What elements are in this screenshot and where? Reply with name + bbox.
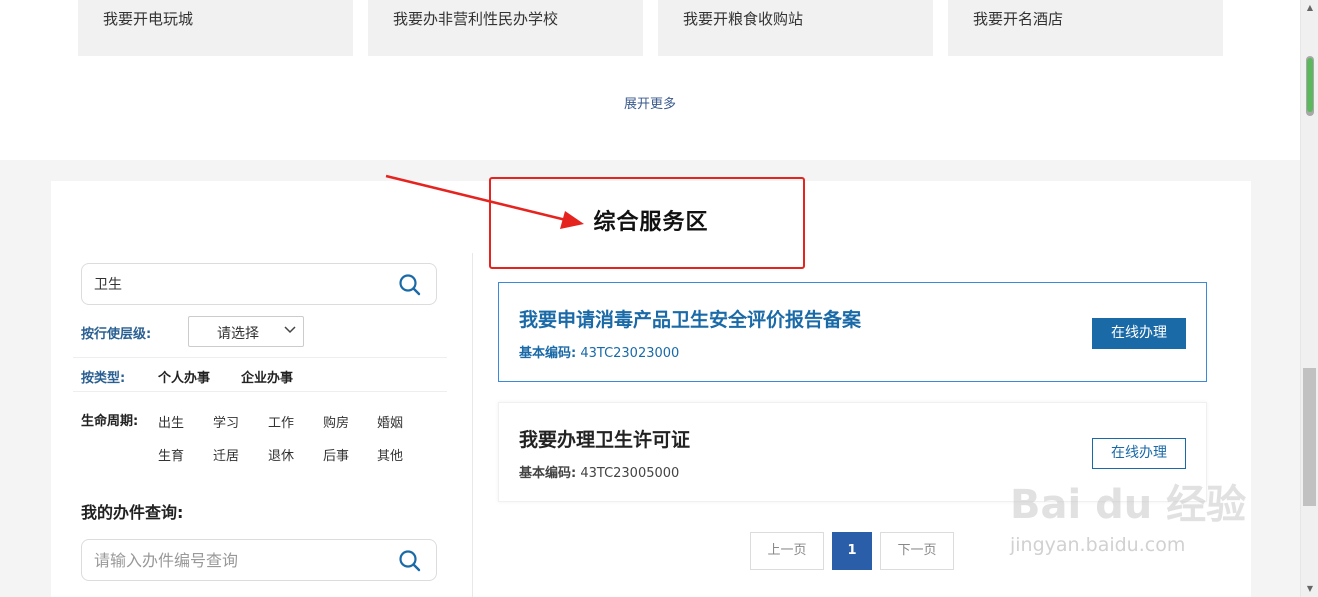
prev-page-button[interactable]: 上一页 [750,532,824,570]
life-item[interactable]: 后事 [323,445,349,464]
current-page-button[interactable]: 1 [832,532,872,570]
query-input[interactable] [94,549,384,571]
level-select-value: 请选择 [217,326,259,342]
service-item-code: 基本编码: 43TC23023000 [519,342,679,361]
column-divider [472,253,473,597]
life-item[interactable]: 生育 [158,445,184,464]
life-item[interactable]: 工作 [268,412,294,431]
service-item[interactable]: 我要办理卫生许可证 基本编码: 43TC23005000 在线办理 [498,402,1207,502]
expand-more-link[interactable]: 展开更多 [0,93,1300,112]
type-option-personal[interactable]: 个人办事 [158,367,210,386]
scroll-up-icon[interactable]: ▲ [1301,0,1318,16]
life-cycle-label: 生命周期: [81,414,139,429]
filter-divider [73,357,447,358]
type-filter-label: 按类型: [81,371,126,386]
scrollbar-thumb[interactable] [1303,368,1316,506]
mini-scroll-indicator [1306,56,1314,116]
level-filter-label: 按行使层级: [81,327,152,342]
life-item[interactable]: 迁居 [213,445,239,464]
chevron-down-icon [284,326,296,334]
service-item-title[interactable]: 我要办理卫生许可证 [519,425,690,452]
scroll-down-icon[interactable]: ▼ [1301,581,1318,597]
top-card-private-school[interactable]: 我要办非营利性民办学校 [368,0,643,56]
code-value: 43TC23005000 [580,466,680,481]
service-item[interactable]: 我要申请消毒产品卫生安全评价报告备案 基本编码: 43TC23023000 在线… [498,282,1207,382]
query-box [81,539,437,581]
service-item-code: 基本编码: 43TC23005000 [519,462,679,481]
life-item[interactable]: 其他 [377,445,403,464]
life-item[interactable]: 学习 [213,412,239,431]
search-icon[interactable] [398,549,422,573]
search-input[interactable] [94,273,384,295]
next-page-button[interactable]: 下一页 [880,532,954,570]
online-apply-button[interactable]: 在线办理 [1092,318,1186,349]
life-item[interactable]: 购房 [323,412,349,431]
top-card-grain-station[interactable]: 我要开粮食收购站 [658,0,933,56]
life-item[interactable]: 退休 [268,445,294,464]
code-value: 43TC23023000 [580,346,680,361]
online-apply-button[interactable]: 在线办理 [1092,438,1186,469]
filter-divider [73,391,447,392]
life-item[interactable]: 婚姻 [377,412,403,431]
annotation-highlight-box [489,177,805,269]
service-item-title[interactable]: 我要申请消毒产品卫生安全评价报告备案 [519,305,861,332]
search-box [81,263,437,305]
scrollbar[interactable]: ▲ ▼ [1300,0,1318,597]
search-icon[interactable] [398,273,422,297]
code-label: 基本编码: [519,466,577,481]
life-item[interactable]: 出生 [158,412,184,431]
top-card-liquor-store[interactable]: 我要开名酒店 [948,0,1223,56]
type-option-enterprise[interactable]: 企业办事 [241,367,293,386]
level-select[interactable]: 请选择 [188,316,304,347]
top-card-arcade[interactable]: 我要开电玩城 [78,0,353,56]
top-section: 我要开电玩城 我要办非营利性民办学校 我要开粮食收购站 我要开名酒店 展开更多 [0,0,1300,160]
query-title: 我的办件查询: [81,503,184,522]
code-label: 基本编码: [519,346,577,361]
